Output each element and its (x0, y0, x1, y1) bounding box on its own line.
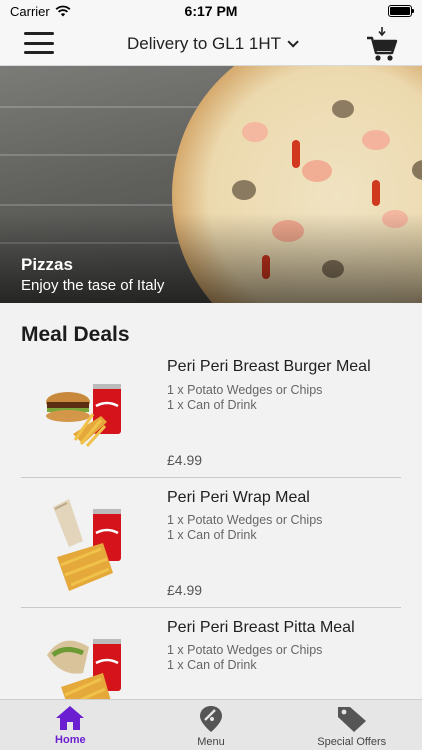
hero-title: Pizzas (21, 255, 73, 274)
cart-icon[interactable] (366, 26, 398, 62)
tab-home[interactable]: Home (0, 700, 141, 750)
deal-name: Peri Peri Breast Burger Meal (167, 358, 371, 375)
hero-subtitle: Enjoy the tase of Italy (21, 277, 165, 294)
deal-price: £4.99 (167, 452, 203, 468)
location-pin-icon (200, 706, 222, 732)
tab-label: Home (55, 734, 86, 746)
deal-line: 1 x Potato Wedges or Chips (167, 383, 323, 397)
tab-bar: Home Menu Special Offers (0, 699, 422, 750)
hero-banner[interactable]: Pizzas Enjoy the tase of Italy (0, 66, 422, 303)
list-item[interactable]: Peri Peri Wrap Meal 1 x Potato Wedges or… (21, 489, 401, 619)
wifi-icon (55, 5, 71, 17)
list-item[interactable]: Peri Peri Breast Burger Meal 1 x Potato … (21, 358, 401, 488)
deal-line: 1 x Potato Wedges or Chips (167, 513, 323, 527)
tab-label: Menu (197, 736, 225, 748)
deal-price: £4.99 (167, 582, 203, 598)
deal-line: 1 x Can of Drink (167, 528, 257, 542)
delivery-selector[interactable]: Delivery to GL1 1HT (127, 33, 299, 54)
carrier-label: Carrier (10, 3, 50, 19)
section-title: Meal Deals (21, 323, 130, 346)
status-bar: Carrier 6:17 PM (0, 0, 422, 22)
tab-menu[interactable]: Menu (141, 700, 282, 750)
divider (21, 607, 401, 608)
deal-line: 1 x Potato Wedges or Chips (167, 643, 323, 657)
tab-label: Special Offers (317, 736, 387, 748)
tab-special-offers[interactable]: Special Offers (281, 700, 422, 750)
deal-name: Peri Peri Wrap Meal (167, 489, 310, 506)
menu-icon[interactable] (24, 32, 54, 54)
home-icon (56, 706, 85, 730)
tag-icon (337, 707, 366, 732)
divider (21, 477, 401, 478)
top-navbar: Delivery to GL1 1HT (0, 22, 422, 66)
deal-line: 1 x Can of Drink (167, 658, 257, 672)
chevron-down-icon (287, 35, 299, 48)
meal-image (53, 499, 121, 591)
wood-grain (0, 154, 200, 156)
battery-icon (388, 5, 414, 17)
meal-image (46, 384, 121, 448)
delivery-label: Delivery to GL1 1HT (127, 33, 281, 53)
status-left: Carrier (10, 4, 71, 19)
deal-name: Peri Peri Breast Pitta Meal (167, 619, 355, 636)
deal-line: 1 x Can of Drink (167, 398, 257, 412)
